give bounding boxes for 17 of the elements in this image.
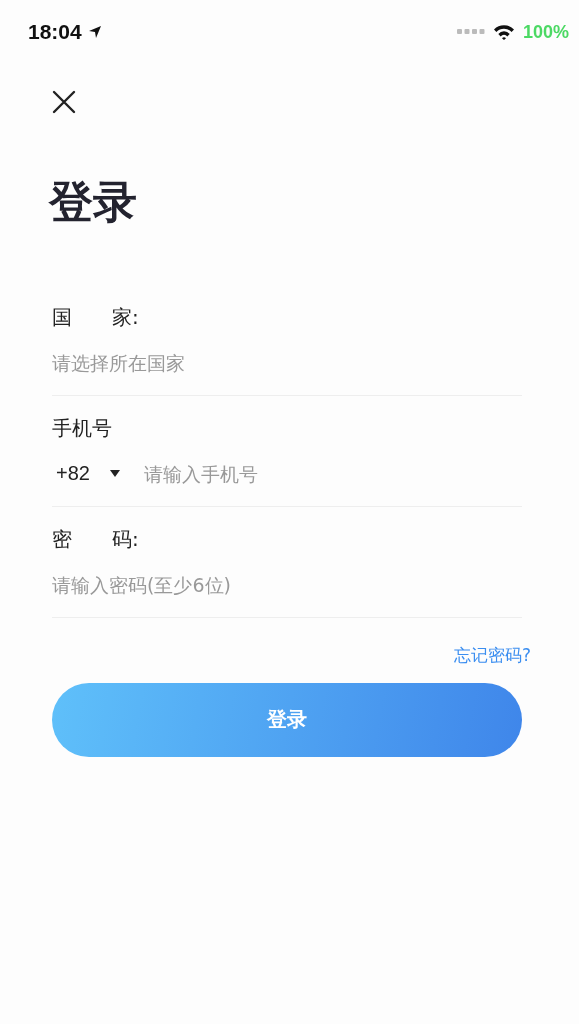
status-time: 18:04 — [28, 20, 82, 44]
wifi-icon — [492, 24, 515, 40]
field-label: 密 码: — [52, 525, 139, 553]
forgot-password-link[interactable]: 忘记密码? — [453, 643, 531, 667]
login-button[interactable]: 登录 — [52, 682, 522, 757]
close-button[interactable] — [52, 90, 76, 114]
country-code-dropdown[interactable]: +82 — [52, 462, 120, 486]
page-title: 登录 — [49, 176, 138, 229]
field-label: 国 家: — [52, 303, 139, 331]
location-arrow-icon — [87, 25, 102, 39]
signal-dots-icon — [456, 29, 485, 35]
country-select[interactable]: 请选择所在国家 — [52, 351, 522, 374]
field-label: 手机号 — [52, 414, 112, 442]
password-input[interactable]: 请输入密码(至少6位) — [52, 573, 522, 596]
caret-icon — [109, 470, 120, 478]
phone-input[interactable]: 请输入手机号 — [143, 462, 522, 485]
battery-percentage: 100% — [522, 21, 569, 43]
